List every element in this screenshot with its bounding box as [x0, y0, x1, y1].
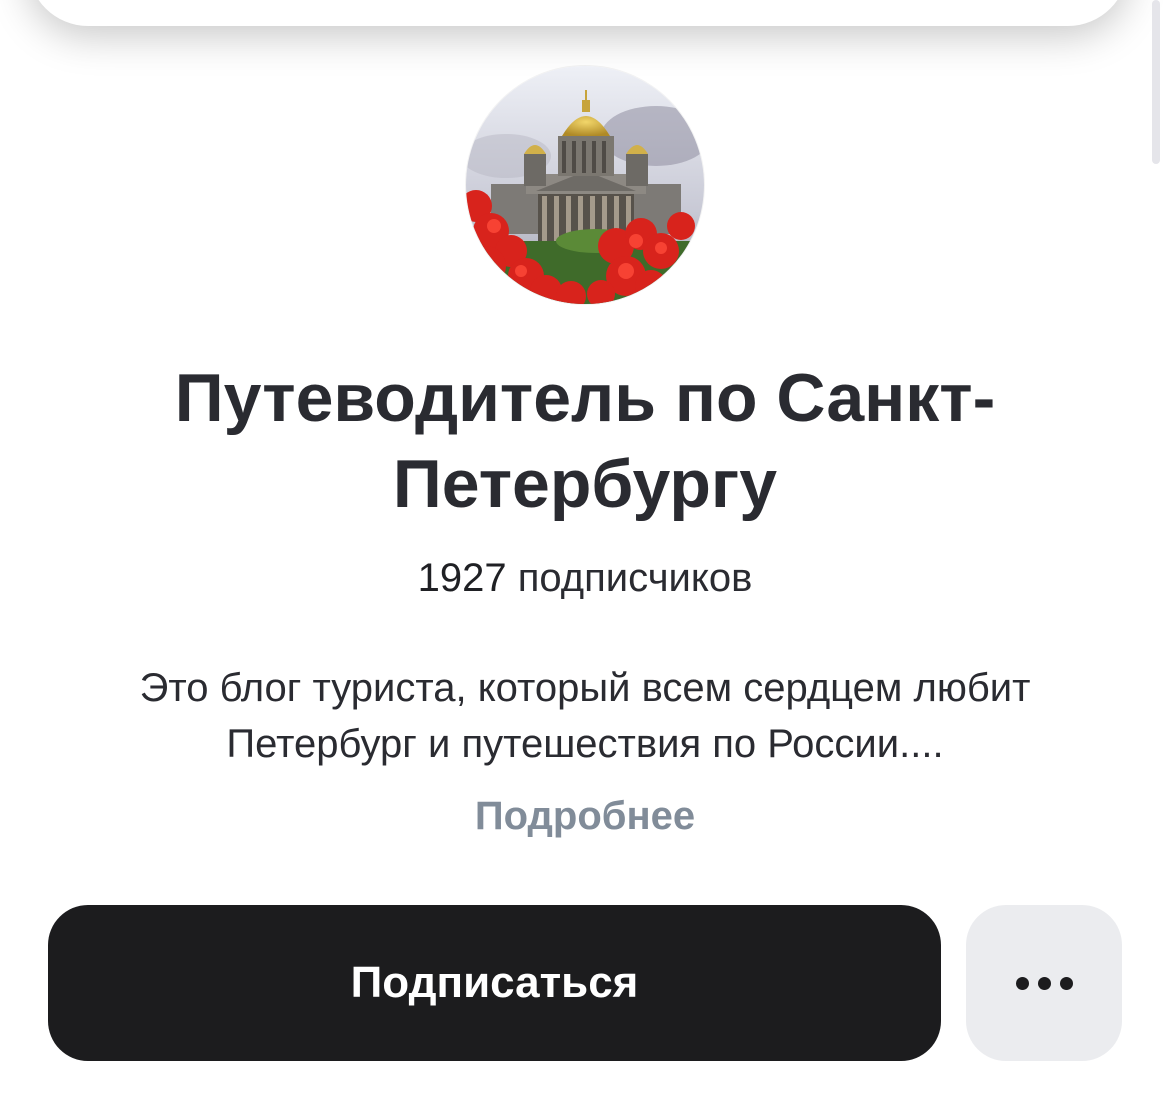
ellipsis-icon — [1015, 976, 1073, 990]
subscribers-label: подписчиков — [517, 556, 753, 600]
subscribers-count: 1927 — [417, 556, 507, 600]
channel-profile-page: Путеводитель по Санкт-Петербургу 1927 по… — [0, 0, 1170, 1096]
scrollbar[interactable] — [1152, 0, 1160, 164]
more-options-button[interactable] — [966, 905, 1122, 1061]
top-sheet-edge — [28, 0, 1128, 26]
more-link[interactable]: Подробнее — [0, 790, 1170, 842]
channel-description: Это блог туриста, который всем сердцем л… — [139, 666, 1031, 766]
channel-avatar[interactable] — [466, 66, 704, 304]
subscribe-button[interactable]: Подписаться — [48, 905, 941, 1061]
subscribers-info[interactable]: 1927 подписчиков — [0, 552, 1170, 604]
channel-title: Путеводитель по Санкт-Петербургу — [174, 360, 996, 522]
cathedral-image — [466, 66, 704, 304]
